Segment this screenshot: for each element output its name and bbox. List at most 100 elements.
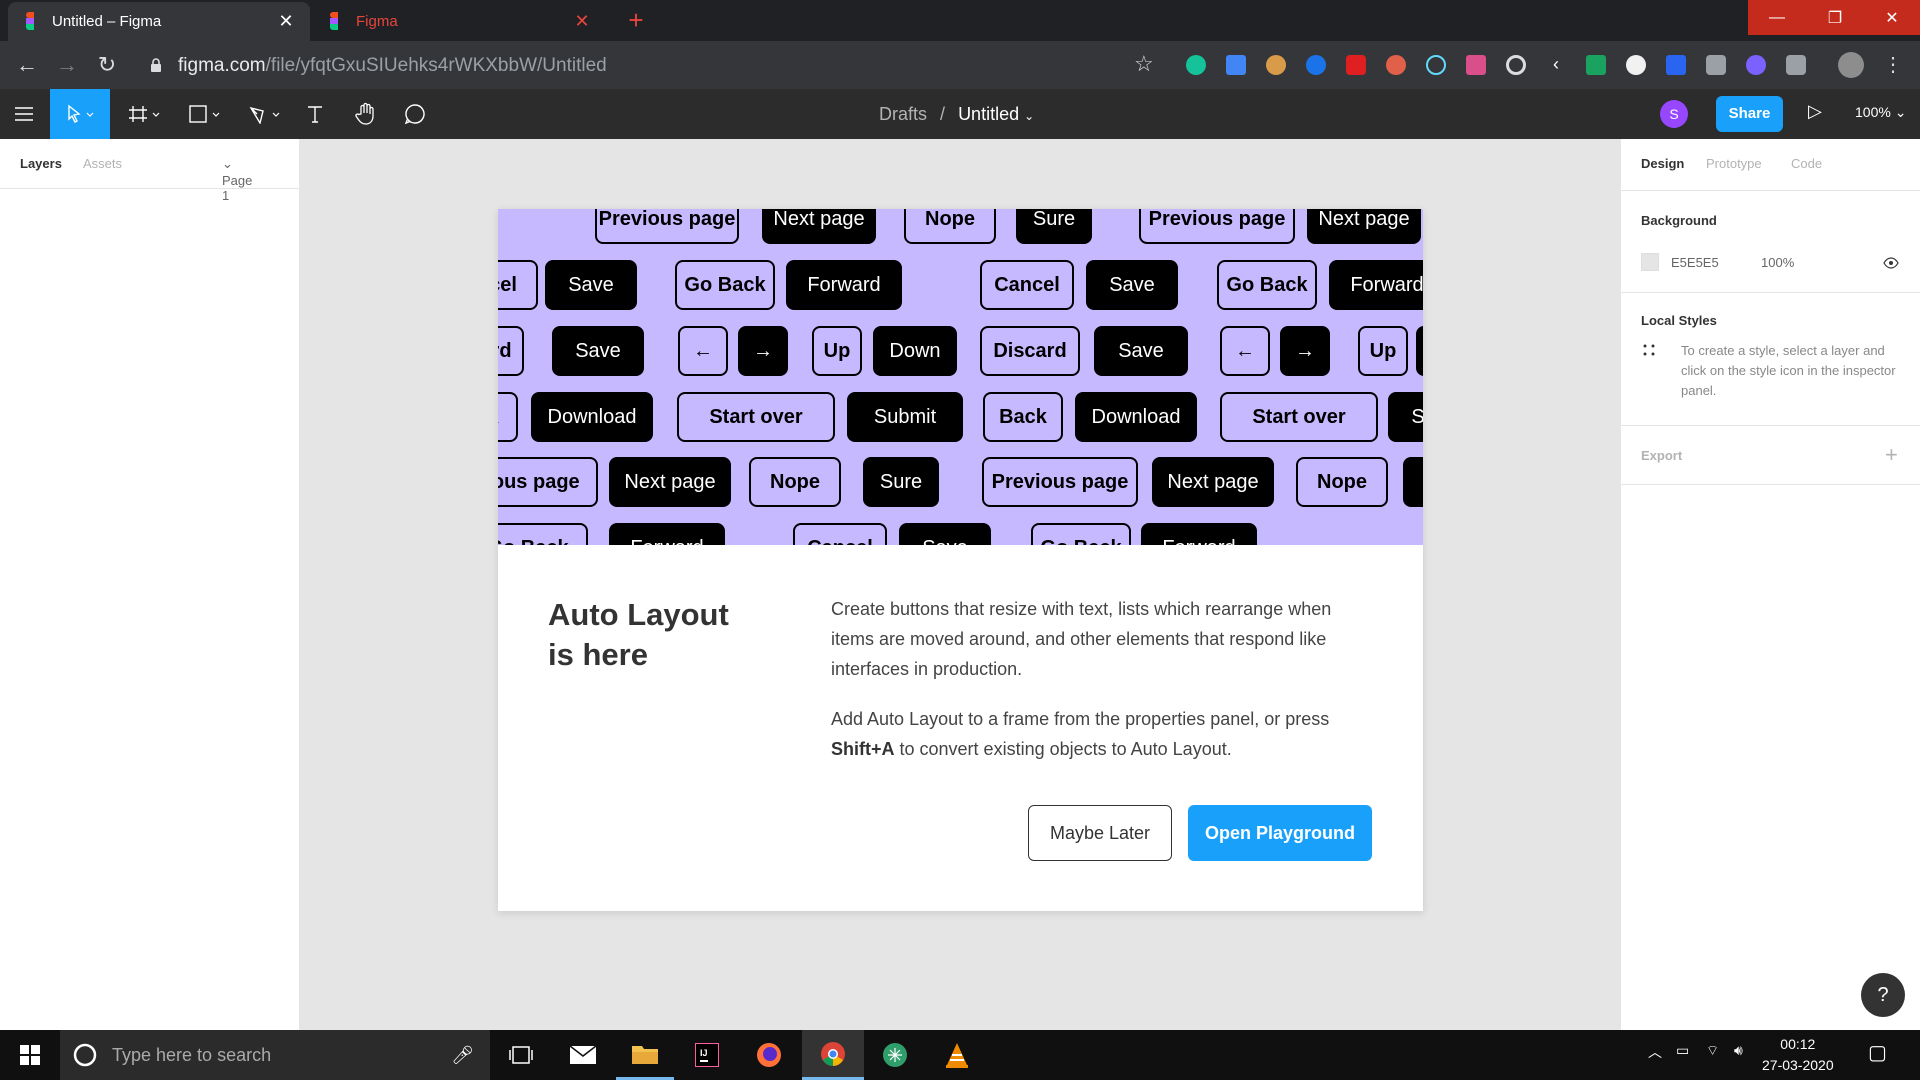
cursor-icon bbox=[68, 104, 94, 123]
forward-icon[interactable]: → bbox=[52, 51, 82, 79]
target-extension-icon[interactable] bbox=[1506, 55, 1526, 75]
close-tab-icon[interactable]: ✕ bbox=[276, 11, 296, 32]
cookie-extension-icon[interactable] bbox=[1266, 55, 1286, 75]
window-close-button[interactable]: ✕ bbox=[1864, 0, 1920, 35]
vlc-icon[interactable] bbox=[928, 1030, 986, 1080]
page-selector[interactable]: Page 1 ⌄ bbox=[222, 156, 252, 203]
hero-pill-button: Save bbox=[552, 326, 644, 376]
notifications-icon[interactable]: ▢ bbox=[1868, 1040, 1887, 1065]
firefox-icon[interactable] bbox=[740, 1030, 798, 1080]
hand-tool[interactable] bbox=[350, 89, 382, 139]
comment-tool[interactable] bbox=[400, 89, 430, 139]
volume-icon[interactable]: 🔊︎ bbox=[1734, 1042, 1743, 1059]
chevron-down-icon[interactable]: ⌄ bbox=[1024, 109, 1034, 123]
zoom-dropdown[interactable]: 100% ⌄ bbox=[1855, 104, 1906, 121]
browser-menu-icon[interactable]: ⋮ bbox=[1878, 51, 1908, 79]
reload-icon[interactable]: ↻ bbox=[92, 51, 122, 79]
file-name[interactable]: Untitled bbox=[958, 104, 1019, 124]
background-swatch[interactable] bbox=[1641, 253, 1659, 271]
hero-pill-button: Start over bbox=[677, 392, 835, 442]
hero-illustration: Previous page Next page Nope Sure Previous p… bbox=[498, 209, 1423, 545]
export-heading: Export bbox=[1641, 448, 1683, 463]
grammarly-extension-icon[interactable] bbox=[1186, 55, 1206, 75]
extension-icon[interactable] bbox=[1586, 55, 1606, 75]
properties-panel: Design Prototype Code Background E5E5E5 … bbox=[1620, 139, 1920, 1030]
hero-pill-button: Go Back bbox=[1217, 260, 1317, 310]
tab-title: Untitled – Figma bbox=[52, 13, 162, 30]
tab-assets[interactable]: Assets bbox=[83, 156, 122, 171]
wifi-icon[interactable]: ⌔ bbox=[1706, 1042, 1719, 1060]
headline-line-2: is here bbox=[548, 637, 648, 672]
breadcrumb-drafts[interactable]: Drafts bbox=[879, 104, 927, 124]
figma-icon bbox=[22, 11, 38, 32]
tab-layers[interactable]: Layers bbox=[20, 156, 62, 171]
tab-figma[interactable]: Figma ✕ bbox=[312, 2, 606, 41]
maybe-later-button[interactable]: Maybe Later bbox=[1028, 805, 1172, 861]
address-bar: ← → ↻ figma.com/file/yfqtGxuSIUehks4rWKX… bbox=[0, 41, 1920, 89]
hero-pill-button: → bbox=[738, 326, 788, 376]
camera-extension-icon[interactable] bbox=[1706, 55, 1726, 75]
close-tab-icon[interactable]: ✕ bbox=[572, 11, 592, 32]
mail-icon[interactable] bbox=[554, 1030, 612, 1080]
main-menu-icon[interactable] bbox=[0, 89, 48, 139]
add-export-icon[interactable]: + bbox=[1885, 442, 1898, 468]
shape-tool[interactable] bbox=[180, 89, 230, 139]
move-tool[interactable] bbox=[50, 89, 110, 139]
new-tab-button[interactable]: + bbox=[620, 6, 652, 36]
css-extension-icon[interactable] bbox=[1666, 55, 1686, 75]
text-tool[interactable] bbox=[300, 89, 330, 139]
tab-prototype[interactable]: Prototype bbox=[1706, 156, 1762, 171]
chevron-extension-icon[interactable]: ‹ bbox=[1546, 55, 1566, 75]
task-view-icon[interactable] bbox=[492, 1030, 550, 1080]
hand-icon bbox=[355, 102, 374, 125]
hero-pill-button: Next page bbox=[762, 209, 876, 244]
user-avatar[interactable]: S bbox=[1660, 100, 1688, 128]
intellij-icon[interactable]: IJ bbox=[678, 1030, 736, 1080]
profile-avatar[interactable] bbox=[1838, 52, 1864, 78]
back-icon[interactable]: ← bbox=[12, 51, 42, 79]
bookmark-star-icon[interactable]: ☆ bbox=[1134, 51, 1154, 77]
battery-icon[interactable]: ▭ bbox=[1676, 1042, 1689, 1059]
url-field[interactable]: figma.com/file/yfqtGxuSIUehks4rWKXbbW/Un… bbox=[178, 55, 607, 77]
help-button[interactable]: ? bbox=[1861, 973, 1905, 1017]
file-explorer-icon[interactable] bbox=[616, 1030, 674, 1080]
taskbar-search[interactable]: Type here to search 🎤︎ bbox=[60, 1030, 490, 1080]
extension-icon[interactable] bbox=[1786, 55, 1806, 75]
eye-icon[interactable] bbox=[1883, 257, 1899, 269]
tab-design[interactable]: Design bbox=[1641, 156, 1684, 171]
share-button[interactable]: Share bbox=[1716, 96, 1783, 132]
tab-code[interactable]: Code bbox=[1791, 156, 1822, 171]
background-opacity[interactable]: 100% bbox=[1761, 255, 1794, 270]
windows-start-icon[interactable] bbox=[0, 1030, 60, 1080]
shield-extension-icon[interactable] bbox=[1306, 55, 1326, 75]
pen-tool[interactable] bbox=[240, 89, 290, 139]
show-hidden-icons[interactable]: ︿ bbox=[1648, 1042, 1662, 1062]
translate-extension-icon[interactable] bbox=[1226, 55, 1246, 75]
hero-pill-button: Forward bbox=[609, 523, 725, 545]
figma-icon bbox=[326, 11, 342, 32]
app-icon[interactable] bbox=[866, 1030, 924, 1080]
hero-pill-button: → bbox=[1280, 326, 1330, 376]
tab-untitled-figma[interactable]: Untitled – Figma ✕ bbox=[8, 2, 310, 41]
chrome-icon[interactable] bbox=[802, 1030, 864, 1080]
video-extension-icon[interactable] bbox=[1346, 55, 1366, 75]
extension-icon[interactable] bbox=[1386, 55, 1406, 75]
present-play-icon[interactable]: ▷ bbox=[1808, 101, 1822, 122]
system-clock[interactable]: 00:12 27-03-2020 bbox=[1762, 1034, 1834, 1076]
layers-panel: Layers Assets Page 1 ⌄ bbox=[0, 139, 300, 1030]
right-panel-tabs: Design Prototype Code bbox=[1621, 139, 1920, 191]
background-hex[interactable]: E5E5E5 bbox=[1671, 255, 1719, 270]
frame-tool[interactable] bbox=[120, 89, 170, 139]
extension-icon[interactable] bbox=[1746, 55, 1766, 75]
microphone-icon[interactable]: 🎤︎ bbox=[451, 1045, 474, 1066]
extension-icon[interactable] bbox=[1626, 55, 1646, 75]
clock-date: 27-03-2020 bbox=[1762, 1057, 1834, 1073]
open-playground-button[interactable]: Open Playground bbox=[1188, 805, 1372, 861]
comment-icon bbox=[404, 104, 425, 125]
minimize-button[interactable]: — bbox=[1748, 0, 1806, 35]
extension-icon[interactable] bbox=[1466, 55, 1486, 75]
react-extension-icon[interactable] bbox=[1426, 55, 1446, 75]
search-placeholder: Type here to search bbox=[112, 1044, 272, 1065]
restore-button[interactable]: ❐ bbox=[1806, 0, 1864, 35]
hero-pill-button: Go Back bbox=[675, 260, 775, 310]
